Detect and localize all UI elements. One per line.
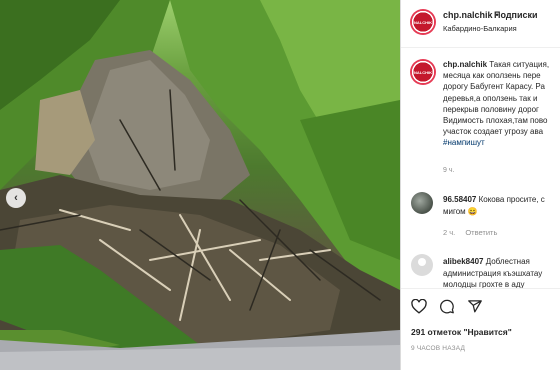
caption-line: участок создает угрозу ава [443,127,544,137]
caption-line: перекрыв половину дорог [443,104,539,114]
caption-text: chp.nalchik Такая ситуация, месяца как о… [443,59,560,149]
follow-button[interactable]: Подписки [494,10,538,20]
heart-icon[interactable] [411,299,427,314]
caption-line: Видимость плохая,там пово [443,116,548,126]
caption-time: 9 ч. [443,167,455,174]
caption-line: Такая ситуация, [487,60,550,69]
caption-line: деревья,а оползень так и [443,93,538,103]
hashtag-link[interactable]: #нампишут [443,137,560,148]
likes-count[interactable]: 291 отметок "Нравится" [411,327,512,337]
caption-avatar[interactable]: NALCHIK [410,59,436,85]
caption-username[interactable]: chp.nalchik [443,60,487,69]
comment-line: администрация къэшхатау [443,268,543,278]
share-icon[interactable] [467,299,483,314]
post-sidebar: NALCHIK chp.nalchik • Подписки Кабардино-… [400,0,560,370]
action-icons [411,299,483,314]
comment-meta: 2 ч. Ответить [443,228,505,237]
comment-time: 2 ч. [443,228,456,237]
landslide-photo-illustration [0,0,400,370]
comment-line: мигом 😄 [443,206,478,216]
caption-line: дорогу Бабугент Карасу. Ра [443,82,545,92]
comment-text: 96.58407 Кокова просите, с мигом 😄 [443,194,545,217]
post-actions: 291 отметок "Нравится" 9 ЧАСОВ НАЗАД [401,288,560,370]
previous-photo-button[interactable]: ‹ [6,188,26,208]
avatar[interactable]: NALCHIK [410,9,436,35]
comment-text: alibek8407 Доблестная администрация къэш… [443,256,542,291]
avatar-logo-text: NALCHIK [414,19,432,25]
comment-line: Доблестная [483,257,530,266]
commenter-avatar[interactable] [411,254,433,276]
post-time: 9 ЧАСОВ НАЗАД [411,345,466,352]
comment-line: Кокова просите, с [476,195,545,204]
commenter-avatar[interactable] [411,192,433,214]
location-link[interactable]: Кабардино-Балкария [443,24,517,33]
comment-username[interactable]: 96.58407 [443,195,476,204]
avatar-logo-text: NALCHIK [414,69,432,75]
username-label[interactable]: chp.nalchik [443,10,493,20]
comment-icon[interactable] [439,299,455,314]
username-link[interactable]: chp.nalchik • [443,10,502,20]
reply-button[interactable]: Ответить [465,228,497,237]
chevron-left-icon: ‹ [14,192,18,204]
caption-line: месяца как оползень пере [443,71,541,81]
comment-username[interactable]: alibek8407 [443,257,483,266]
post-photo[interactable]: ‹ [0,0,400,370]
post-header: NALCHIK chp.nalchik • Подписки Кабардино-… [401,0,560,48]
